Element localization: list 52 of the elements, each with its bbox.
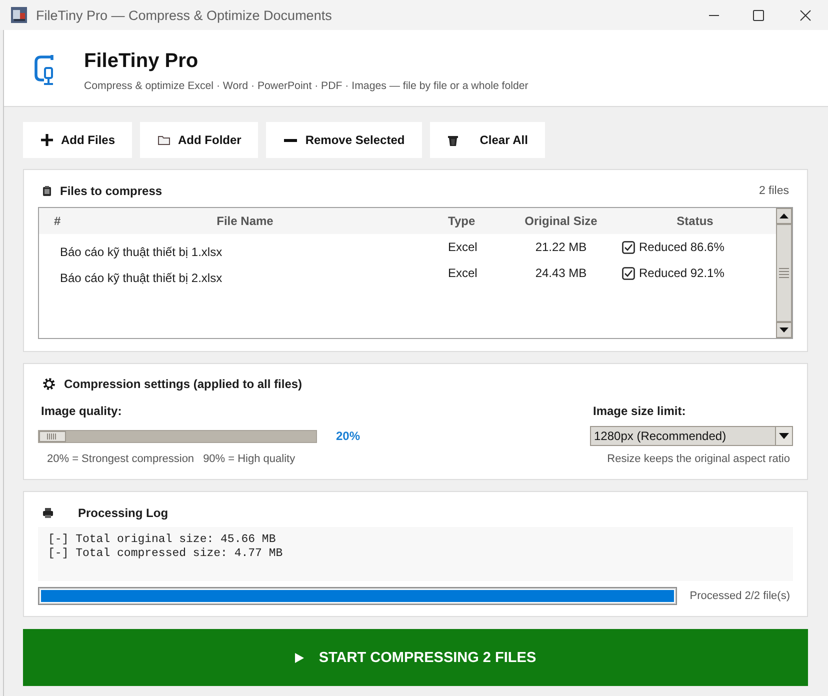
scrollbar-thumb[interactable] [776, 224, 792, 322]
app-title: FileTiny Pro [84, 49, 198, 73]
slider-thumb[interactable] [39, 430, 66, 442]
app-icon [11, 7, 27, 23]
table-cell-text: Báo cáo kỹ thuật thiết bị 1.xlsx [60, 244, 224, 259]
folder-icon [158, 135, 170, 145]
table-cell-text: 24.43 MB [534, 266, 588, 280]
app-subtitle: Compress & optimize Excel · Word · PowerPoint · PDF · Images — file by file or a whole folder [84, 79, 528, 93]
table-cell-text: Excel [447, 240, 478, 254]
column-header: Type [447, 214, 476, 228]
size-limit-dropdown[interactable]: 1280px (Recommended) [590, 426, 793, 446]
column-header: Original Size [524, 214, 598, 228]
close-icon[interactable] [800, 10, 811, 20]
play-icon [294, 652, 304, 662]
clipboard-icon [43, 186, 51, 196]
add-files-button[interactable]: Add Files [23, 122, 132, 158]
panel-title: Compression settings (applied to all files) [64, 377, 302, 391]
log-output: [-] Total original size: 45.66 MB [-] Total compressed size: 4.77 MB [38, 527, 793, 581]
window-title: FileTiny Pro — Compress & Optimize Documents [36, 8, 332, 22]
scroll-up-icon[interactable] [776, 208, 792, 224]
column-header: Status [676, 214, 714, 228]
trash-icon [448, 134, 458, 146]
quality-value: 20% [336, 429, 360, 443]
table-cell-text: Excel [447, 266, 478, 280]
caret-icon [779, 433, 789, 439]
add-folder-button[interactable]: Add Folder [140, 122, 258, 158]
scroll-down-icon[interactable] [776, 322, 792, 338]
clear-all-button[interactable]: Clear All [430, 122, 545, 158]
progress-text: Processed 2/2 file(s) [690, 590, 790, 602]
quality-label: Image quality: [41, 404, 122, 418]
minimize-icon[interactable] [709, 14, 719, 16]
panel-title: Processing Log [78, 506, 168, 520]
file-count: 2 files [758, 185, 789, 197]
size-limit-hint: Resize keeps the original aspect ratio [607, 452, 791, 466]
gear-icon [43, 378, 55, 390]
size-limit-label: Image size limit: [593, 404, 686, 418]
quality-hint: 20% = Strongest compression [47, 452, 194, 466]
column-header: File Name [216, 214, 274, 228]
column-header: # [53, 214, 60, 228]
table-cell-text: 21.22 MB [534, 240, 588, 254]
quality-slider-track[interactable] [38, 430, 317, 442]
table-cell-text: Báo cáo kỹ thuật thiết bị 2.xlsx [60, 270, 224, 285]
maximize-icon[interactable] [753, 10, 764, 20]
quality-hint: 90% = High quality [203, 452, 296, 466]
start-button[interactable]: START COMPRESSING 2 FILES [23, 629, 808, 686]
minus-icon [284, 138, 298, 142]
status-text: Reduced 92.1% [639, 266, 724, 280]
printer-icon [43, 508, 53, 518]
remove-selected-button[interactable]: Remove Selected [266, 122, 422, 158]
status-text: Reduced 86.6% [639, 240, 724, 254]
plus-icon [41, 134, 53, 146]
panel-title: Files to compress [60, 184, 162, 198]
